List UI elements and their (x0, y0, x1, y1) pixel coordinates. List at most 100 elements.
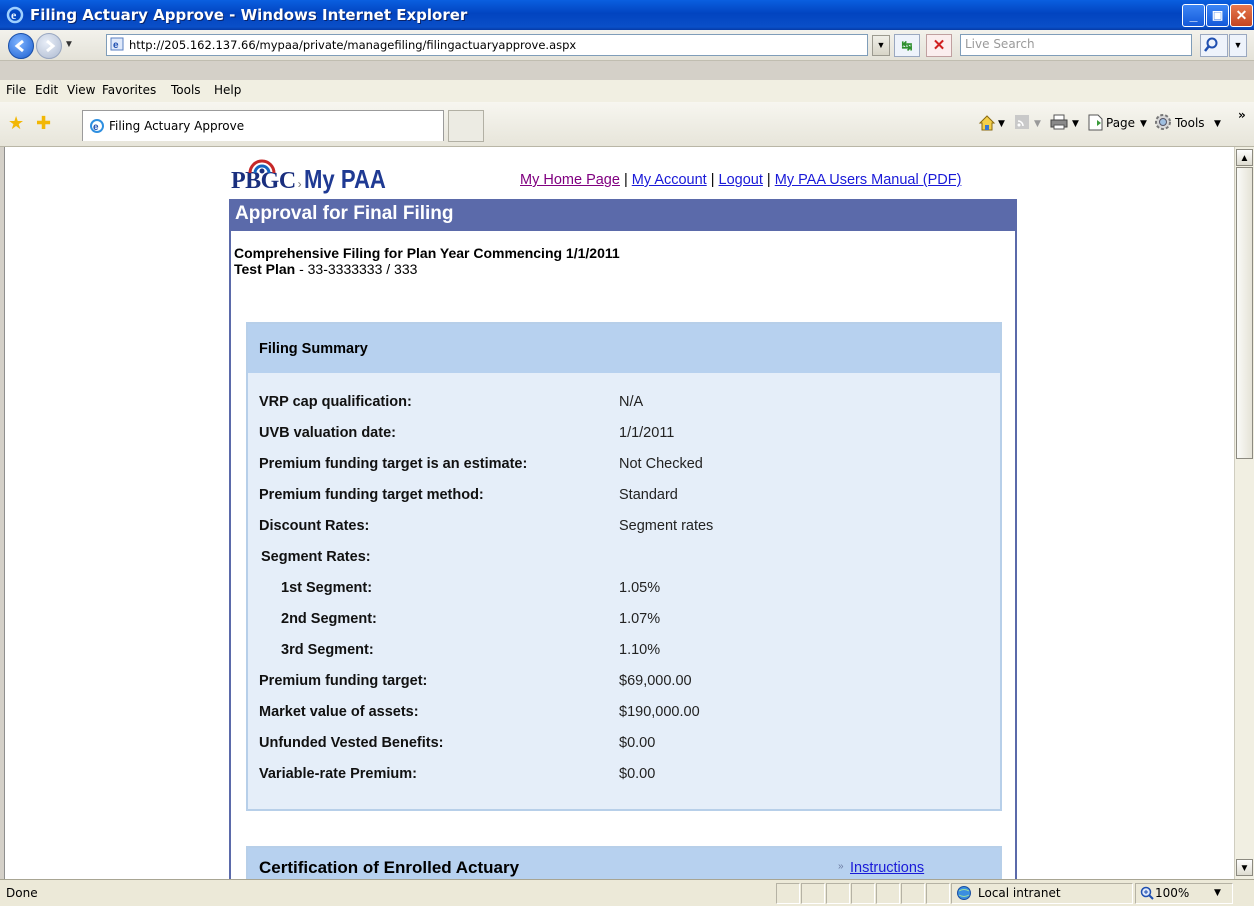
home-icon[interactable] (978, 114, 996, 132)
zoom-icon (1140, 886, 1154, 900)
address-field[interactable]: e http://205.162.137.66/mypaa/private/ma… (106, 34, 868, 56)
filing-summary-heading: Filing Summary (259, 341, 368, 357)
close-button[interactable]: ✕ (1230, 4, 1253, 27)
status-text: Done (6, 886, 38, 900)
zoom-level: 100% (1155, 886, 1190, 900)
print-icon[interactable] (1050, 114, 1068, 130)
security-zone-label: Local intranet (978, 886, 1061, 900)
forward-button[interactable] (36, 33, 62, 59)
tab-label: Filing Actuary Approve (109, 119, 245, 133)
menu-favorites[interactable]: Favorites (102, 83, 156, 97)
search-input[interactable] (961, 35, 1189, 53)
restore-button[interactable]: ▣ (1206, 4, 1229, 27)
menu-file[interactable]: File (6, 83, 26, 97)
scroll-thumb[interactable] (1236, 167, 1253, 459)
local-intranet-icon (957, 886, 971, 900)
summary-row: Premium funding target is an estimate: No… (248, 450, 1000, 480)
menu-edit[interactable]: Edit (35, 83, 58, 97)
refresh-button[interactable]: ↹ (894, 34, 920, 57)
favorites-center-star-icon[interactable]: ★ (8, 113, 24, 134)
summary-value: 1/1/2011 (619, 425, 675, 441)
status-cell (801, 883, 825, 904)
feeds-dropdown-icon[interactable]: ▼ (1034, 119, 1041, 129)
search-icon (1204, 37, 1218, 52)
page-viewport: PBGC ›My PAA My Home Page | My Account | … (4, 147, 1234, 879)
pbgc-logo[interactable]: PBGC ›My PAA (231, 159, 400, 195)
svg-text:e: e (113, 40, 119, 51)
vertical-scrollbar[interactable]: ▲ ▼ (1234, 147, 1254, 879)
page-menu-button[interactable]: Page (1106, 116, 1135, 130)
feeds-icon[interactable] (1014, 114, 1030, 130)
scroll-up-button[interactable]: ▲ (1236, 149, 1253, 166)
page-menu-icon (1088, 114, 1103, 131)
chevron-more-icon[interactable]: » (1238, 108, 1246, 122)
menu-view[interactable]: View (67, 83, 95, 97)
address-dropdown-button[interactable]: ▼ (872, 35, 890, 56)
address-url[interactable]: http://205.162.137.66/mypaa/private/mana… (129, 38, 576, 52)
forward-arrow-icon (46, 39, 56, 53)
status-cell (851, 883, 875, 904)
back-button[interactable] (8, 33, 34, 59)
search-button[interactable] (1200, 34, 1228, 57)
page-title: Approval for Final Filing (235, 203, 454, 224)
instructions-link[interactable]: Instructions (850, 860, 924, 876)
menu-help[interactable]: Help (214, 83, 241, 97)
link-separator: | (762, 172, 775, 188)
history-dropdown-icon[interactable]: ▼ (64, 39, 74, 50)
tools-menu-button[interactable]: Tools (1175, 116, 1205, 130)
menu-bar: File Edit View Favorites Tools Help (0, 80, 1254, 103)
status-cell (776, 883, 800, 904)
link-bullet-icon: » (838, 861, 844, 872)
summary-row: Discount Rates: Segment rates (248, 512, 1000, 542)
status-cell (876, 883, 900, 904)
my-account-link[interactable]: My Account (632, 172, 707, 188)
summary-label: 3rd Segment: (281, 642, 374, 658)
summary-value: $69,000.00 (619, 673, 692, 689)
summary-value: Segment rates (619, 518, 714, 534)
menu-tools[interactable]: Tools (171, 83, 201, 97)
stop-button[interactable]: ✕ (926, 34, 952, 57)
ie-page-icon: e (90, 119, 104, 133)
add-favorite-star-icon[interactable]: ✚ (36, 113, 51, 134)
filing-header: Comprehensive Filing for Plan Year Comme… (234, 245, 620, 277)
search-options-dropdown[interactable]: ▼ (1229, 34, 1247, 57)
summary-row: Variable-rate Premium: $0.00 (248, 760, 1000, 790)
plan-name: Test Plan (234, 261, 296, 277)
my-home-page-link[interactable]: My Home Page (520, 172, 620, 188)
tab-toolbar: ★ ✚ e Filing Actuary Approve ▼ ▼ ▼ Page … (0, 102, 1254, 147)
summary-row: 3rd Segment: 1.10% (248, 636, 1000, 666)
ie-logo-icon: e (6, 6, 24, 24)
summary-value: 1.10% (619, 642, 661, 658)
page-dropdown-icon[interactable]: ▼ (1140, 119, 1147, 129)
new-tab-button[interactable] (448, 110, 484, 142)
zoom-dropdown-icon[interactable]: ▼ (1214, 888, 1221, 898)
window-title: Filing Actuary Approve - Windows Interne… (30, 6, 468, 24)
summary-label: Premium funding target is an estimate: (259, 456, 528, 472)
summary-row: Premium funding target method: Standard (248, 481, 1000, 511)
filing-summary-panel: Filing Summary VRP cap qualification: N/A… (246, 322, 1002, 811)
summary-row: Segment Rates: (248, 543, 1000, 573)
page-title-bar: Approval for Final Filing (229, 199, 1017, 231)
minimize-button[interactable]: _ (1182, 4, 1205, 27)
tab-filing-actuary-approve[interactable]: e Filing Actuary Approve (82, 110, 444, 141)
print-dropdown-icon[interactable]: ▼ (1072, 119, 1079, 129)
window-title-bar: e Filing Actuary Approve - Windows Inter… (0, 0, 1254, 30)
pbgc-emblem-icon (248, 159, 276, 174)
logout-link[interactable]: Logout (719, 172, 763, 188)
users-manual-link[interactable]: My PAA Users Manual (PDF) (775, 172, 962, 188)
status-cell (826, 883, 850, 904)
summary-label: Variable-rate Premium: (259, 766, 417, 782)
gear-icon (1155, 114, 1171, 130)
summary-row: Market value of assets: $190,000.00 (248, 698, 1000, 728)
summary-label: VRP cap qualification: (259, 394, 412, 410)
search-box[interactable] (960, 34, 1192, 56)
tools-dropdown-icon[interactable]: ▼ (1214, 119, 1221, 129)
home-dropdown-icon[interactable]: ▼ (998, 119, 1005, 129)
summary-label: UVB valuation date: (259, 425, 396, 441)
back-arrow-icon (14, 39, 24, 53)
scroll-down-button[interactable]: ▼ (1236, 859, 1253, 876)
status-bar: Done Local intranet 100% ▼ (0, 879, 1254, 906)
summary-row: VRP cap qualification: N/A (248, 388, 1000, 418)
summary-value: 1.05% (619, 580, 661, 596)
status-cell (901, 883, 925, 904)
